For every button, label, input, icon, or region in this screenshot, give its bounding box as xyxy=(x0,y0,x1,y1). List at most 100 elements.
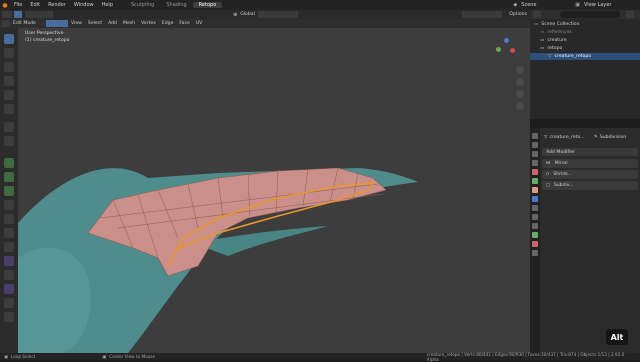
menu-uv[interactable]: UV xyxy=(193,21,206,26)
menu-edge[interactable]: Edge xyxy=(159,21,177,26)
pan-hand-icon[interactable] xyxy=(516,78,524,86)
left-toolbar xyxy=(0,28,18,353)
shrink-fatten-tool-icon[interactable] xyxy=(4,284,14,294)
properties-modifier-field[interactable]: ✎ Subdivision xyxy=(594,134,638,141)
scene-selector[interactable]: Scene xyxy=(517,2,575,8)
outliner-row-label: references xyxy=(547,30,572,35)
editor-icon[interactable] xyxy=(2,20,10,27)
menu-select[interactable]: Select xyxy=(85,21,105,26)
camera-view-icon[interactable] xyxy=(516,90,524,98)
loop-cut-tool-icon[interactable] xyxy=(4,200,14,210)
constraints-tab-icon[interactable] xyxy=(532,223,538,229)
menu-view[interactable]: View xyxy=(68,21,85,26)
menu-help[interactable]: Help xyxy=(98,2,117,8)
mode-dropdown[interactable]: Edit Mode xyxy=(10,21,46,26)
outliner-row-retopo[interactable]: ▭ retopo xyxy=(530,45,640,52)
menu-vertex[interactable]: Vertex xyxy=(138,21,159,26)
view-name-label: User Perspective xyxy=(25,31,64,36)
modifier-subdivision[interactable]: ◻ Subdiv... xyxy=(542,181,638,190)
modifier-mirror[interactable]: ⋈ Mirror xyxy=(542,159,638,168)
outliner-row-creature-retopo[interactable]: ▽ creature_retopo xyxy=(530,53,640,60)
output-tab-icon[interactable] xyxy=(532,151,538,157)
modifier-tab-icon[interactable] xyxy=(532,196,538,202)
zoom-icon[interactable] xyxy=(516,66,524,74)
select-mode-buttons[interactable] xyxy=(46,20,68,27)
3d-viewport[interactable]: User Perspective (1) creature_retopo xyxy=(18,28,530,353)
menu-face[interactable]: Face xyxy=(176,21,192,26)
material-tab-icon[interactable] xyxy=(532,241,538,247)
menu-render[interactable]: Render xyxy=(44,2,70,8)
tool-tab-icon[interactable] xyxy=(532,133,538,139)
bevel-tool-icon[interactable] xyxy=(4,186,14,196)
outliner-row-creature[interactable]: ▭ creature xyxy=(530,37,640,44)
key-overlay: Alt xyxy=(606,329,628,345)
filter-icon[interactable] xyxy=(626,11,634,18)
viewport-tool-header: ⊕ Global Options xyxy=(0,10,530,19)
gizmo-x-axis-icon[interactable] xyxy=(510,48,515,53)
tab-retopo[interactable]: Retopo xyxy=(192,2,223,8)
outliner-row-label: creature_retopo xyxy=(554,54,592,59)
select-tool-icon[interactable] xyxy=(4,34,14,44)
status-stats: creature_retopo | Verts:80/441 | Edges:9… xyxy=(426,351,625,362)
options-dropdown[interactable]: Options xyxy=(506,12,530,17)
editor-type-icon[interactable] xyxy=(2,11,12,18)
object-tab-icon[interactable] xyxy=(532,187,538,193)
blender-logo-icon[interactable]: ● xyxy=(0,0,10,10)
inset-tool-icon[interactable] xyxy=(4,172,14,182)
move-tool-icon[interactable] xyxy=(4,62,14,72)
outliner-scene-collection[interactable]: ▭ Scene Collection xyxy=(530,21,640,28)
view-layer-tab-icon[interactable] xyxy=(532,160,538,166)
particles-tab-icon[interactable] xyxy=(532,205,538,211)
extrude-tool-icon[interactable] xyxy=(4,158,14,168)
menu-file[interactable]: File xyxy=(10,2,26,8)
subdivision-icon: ◻ xyxy=(546,183,550,188)
view-layer-selector[interactable]: View Layer xyxy=(580,2,640,8)
physics-tab-icon[interactable] xyxy=(532,214,538,220)
collection-icon: ▭ xyxy=(540,38,545,43)
edge-slide-tool-icon[interactable] xyxy=(4,270,14,280)
scene-tab-icon[interactable] xyxy=(532,169,538,175)
gizmo-y-axis-icon[interactable] xyxy=(496,47,501,52)
navigation-gizmo[interactable] xyxy=(492,34,520,62)
menu-window[interactable]: Window xyxy=(70,2,98,8)
top-menu-bar: ● File Edit Render Window Help Sculpting… xyxy=(0,0,640,10)
mouse-middle-icon: ▣ xyxy=(102,354,107,359)
select-box-icon[interactable] xyxy=(14,11,22,18)
outliner-editor-icon[interactable] xyxy=(533,11,541,18)
measure-tool-icon[interactable] xyxy=(4,136,14,146)
transform-tool-icon[interactable] xyxy=(4,104,14,114)
knife-tool-icon[interactable] xyxy=(4,214,14,224)
scale-tool-icon[interactable] xyxy=(4,90,14,100)
gizmo-z-axis-icon[interactable] xyxy=(504,38,509,43)
menu-add[interactable]: Add xyxy=(105,21,120,26)
modifier-shrinkwrap[interactable]: ∩ Shrink... xyxy=(542,170,638,179)
properties-object-field[interactable]: ▽ creature_reto... xyxy=(544,134,592,141)
select-mode-icons[interactable] xyxy=(25,11,53,18)
smooth-tool-icon[interactable] xyxy=(4,256,14,266)
rip-tool-icon[interactable] xyxy=(4,312,14,322)
snap-icons[interactable] xyxy=(257,11,298,18)
outliner-row-label: creature xyxy=(547,38,567,43)
outliner-row-references[interactable]: ▭ references xyxy=(530,29,640,36)
data-tab-icon[interactable] xyxy=(532,232,538,238)
cursor-tool-icon[interactable] xyxy=(4,48,14,58)
overlay-icons[interactable] xyxy=(462,11,503,18)
menu-mesh[interactable]: Mesh xyxy=(120,21,138,26)
world-tab-icon[interactable] xyxy=(532,178,538,184)
texture-tab-icon[interactable] xyxy=(532,250,538,256)
tab-shading[interactable]: Shading xyxy=(160,2,192,8)
menu-edit[interactable]: Edit xyxy=(26,2,44,8)
poly-build-tool-icon[interactable] xyxy=(4,228,14,238)
add-modifier-dropdown[interactable]: Add Modifier xyxy=(542,148,638,156)
rotate-tool-icon[interactable] xyxy=(4,76,14,86)
spin-tool-icon[interactable] xyxy=(4,242,14,252)
viewport-header: Edit Mode View Select Add Mesh Vertex Ed… xyxy=(0,19,530,28)
shear-tool-icon[interactable] xyxy=(4,298,14,308)
transform-orientation-dropdown[interactable]: Global xyxy=(237,12,258,17)
perspective-toggle-icon[interactable] xyxy=(516,102,524,110)
annotate-tool-icon[interactable] xyxy=(4,122,14,132)
mouse-left-icon: ▣ xyxy=(4,354,8,359)
render-tab-icon[interactable] xyxy=(532,142,538,148)
outliner-search-input[interactable] xyxy=(560,11,620,18)
tab-sculpting[interactable]: Sculpting xyxy=(125,2,160,8)
